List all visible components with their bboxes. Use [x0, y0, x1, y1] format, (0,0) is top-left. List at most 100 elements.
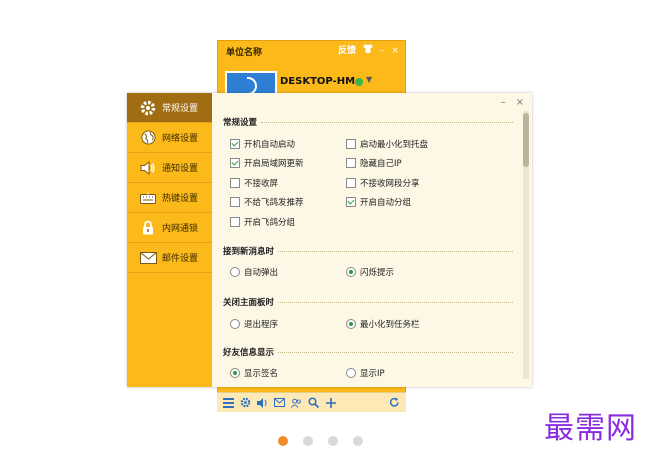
option-hide-ip[interactable]: 隐藏自己IP	[346, 157, 402, 169]
settings-content: 常规设置 开机自动启动 启动最小化到托盘 开启局域网更新 隐藏自己IP 不接收屏…	[220, 93, 520, 387]
main-window-controls: 反馈 – ×	[338, 44, 399, 57]
option-no-feige-recommend[interactable]: 不给飞鸽发推荐	[230, 196, 304, 208]
option-show-signature[interactable]: 显示签名	[230, 367, 278, 379]
radio-button[interactable]	[346, 319, 356, 329]
radio-button[interactable]	[230, 267, 240, 277]
checkbox[interactable]	[346, 158, 356, 168]
main-minimize-button[interactable]: –	[380, 45, 385, 57]
option-no-screen[interactable]: 不接收屏	[230, 177, 278, 189]
sidebar-item-mail[interactable]: 邮件设置	[127, 243, 212, 273]
checkbox[interactable]	[230, 158, 240, 168]
pager-dot[interactable]	[328, 436, 338, 446]
option-no-subnet-share[interactable]: 不接收网段分享	[346, 177, 420, 189]
pager-dot[interactable]	[353, 436, 363, 446]
avatar[interactable]	[225, 71, 277, 95]
section-close-panel-title: 关闭主面板时	[223, 296, 513, 308]
pager-dot[interactable]	[278, 436, 288, 446]
pager-dot[interactable]	[303, 436, 313, 446]
sidebar-item-network[interactable]: 网络设置	[127, 123, 212, 153]
refresh-icon[interactable]	[389, 397, 400, 408]
mail-icon	[139, 249, 157, 267]
option-label: 不接收屏	[244, 179, 279, 189]
option-exit-program[interactable]: 退出程序	[230, 318, 278, 330]
option-feige-group[interactable]: 开启飞鸽分组	[230, 216, 295, 228]
gear-icon[interactable]	[240, 397, 251, 408]
option-lan-update[interactable]: 开启局域网更新	[230, 157, 304, 169]
speaker-icon	[139, 159, 157, 177]
carousel-pager	[278, 436, 363, 446]
settings-sidebar: 常规设置 网络设置 通知设置 热键设置 内网通锁 邮件设置	[127, 93, 212, 387]
option-show-ip[interactable]: 显示IP	[346, 367, 385, 379]
settings-dialog: 常规设置 网络设置 通知设置 热键设置 内网通锁 邮件设置 – × 常规设置 开…	[127, 93, 532, 387]
sidebar-item-intranet-lock[interactable]: 内网通锁	[127, 213, 212, 243]
option-label: 闪烁提示	[360, 268, 395, 278]
option-flash-notify[interactable]: 闪烁提示	[346, 266, 394, 278]
search-icon[interactable]	[308, 397, 319, 408]
sidebar-item-label: 热键设置	[162, 194, 199, 204]
option-label: 启动最小化到托盘	[360, 140, 429, 150]
option-label: 退出程序	[244, 320, 279, 330]
main-close-button[interactable]: ×	[391, 45, 399, 57]
main-window-title: 单位名称	[226, 48, 263, 58]
radio-button[interactable]	[230, 368, 240, 378]
lock-icon	[139, 219, 157, 237]
option-label: 开启自动分组	[360, 198, 412, 208]
radio-button[interactable]	[346, 267, 356, 277]
section-new-message-title: 接到新消息时	[223, 245, 513, 257]
checkbox[interactable]	[346, 178, 356, 188]
checkbox[interactable]	[230, 197, 240, 207]
watermark: 最需网	[544, 411, 637, 446]
sidebar-item-label: 网络设置	[162, 134, 199, 144]
section-title-text: 关闭主面板时	[223, 298, 275, 308]
status-dropdown-icon[interactable]: ▼	[366, 75, 372, 84]
section-title-text: 接到新消息时	[223, 247, 275, 257]
skin-icon[interactable]	[362, 44, 373, 57]
sidebar-item-label: 邮件设置	[162, 254, 199, 264]
sidebar-item-hotkey[interactable]: 热键设置	[127, 183, 212, 213]
settings-scrollbar[interactable]	[523, 111, 529, 379]
section-general-title: 常规设置	[223, 116, 513, 128]
sidebar-item-label: 常规设置	[162, 104, 199, 114]
feedback-button[interactable]: 反馈	[338, 45, 356, 57]
section-friend-info-title: 好友信息显示	[223, 346, 513, 358]
section-title-text: 常规设置	[223, 118, 258, 128]
device-name: DESKTOP-HM	[280, 76, 356, 87]
contacts-icon[interactable]	[291, 397, 302, 408]
radio-button[interactable]	[230, 319, 240, 329]
gear-icon	[139, 99, 157, 117]
option-label: 显示IP	[360, 369, 385, 379]
globe-icon	[139, 129, 157, 147]
option-auto-group[interactable]: 开启自动分组	[346, 196, 411, 208]
sidebar-item-label: 内网通锁	[162, 224, 199, 234]
option-label: 隐藏自己IP	[360, 159, 402, 169]
option-auto-start[interactable]: 开机自动启动	[230, 138, 295, 150]
option-label: 开启局域网更新	[244, 159, 304, 169]
option-auto-popup[interactable]: 自动弹出	[230, 266, 278, 278]
checkbox[interactable]	[230, 178, 240, 188]
option-label: 不给飞鸽发推荐	[244, 198, 304, 208]
checkbox[interactable]	[346, 139, 356, 149]
option-label: 最小化到任务栏	[360, 320, 420, 330]
sidebar-item-notification[interactable]: 通知设置	[127, 153, 212, 183]
checkbox[interactable]	[230, 217, 240, 227]
keyboard-icon	[139, 189, 157, 207]
checkbox[interactable]	[346, 197, 356, 207]
option-start-minimized[interactable]: 启动最小化到托盘	[346, 138, 428, 150]
option-label: 开启飞鸽分组	[244, 218, 296, 228]
mail-icon[interactable]	[274, 397, 285, 408]
online-status-icon	[355, 78, 363, 86]
main-toolbar	[217, 392, 406, 412]
option-label: 自动弹出	[244, 268, 279, 278]
option-minimize-taskbar[interactable]: 最小化到任务栏	[346, 318, 420, 330]
option-label: 显示签名	[244, 369, 279, 379]
add-icon[interactable]	[325, 397, 336, 408]
radio-button[interactable]	[346, 368, 356, 378]
checkbox[interactable]	[230, 139, 240, 149]
option-label: 开机自动启动	[244, 140, 296, 150]
sidebar-item-general[interactable]: 常规设置	[127, 93, 212, 123]
sidebar-item-label: 通知设置	[162, 164, 199, 174]
scrollbar-thumb[interactable]	[523, 113, 529, 167]
menu-icon[interactable]	[223, 397, 234, 408]
section-title-text: 好友信息显示	[223, 348, 275, 358]
speaker-icon[interactable]	[257, 397, 268, 408]
